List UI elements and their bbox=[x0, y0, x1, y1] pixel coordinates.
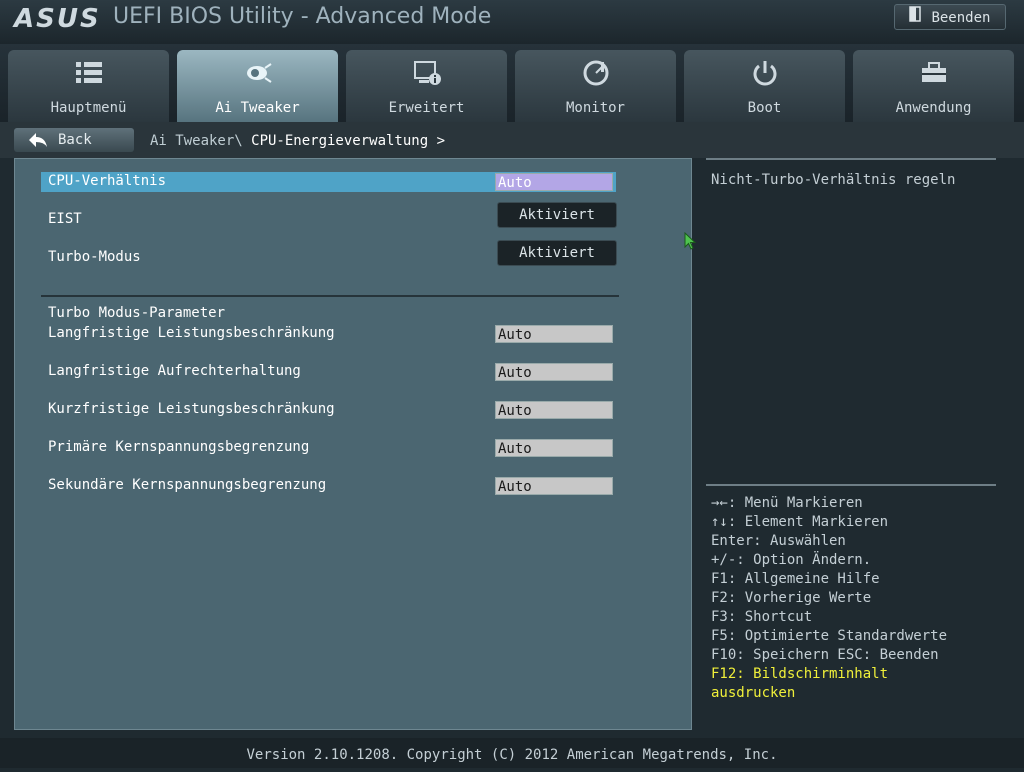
tab-ai-tweaker[interactable]: Ai Tweaker bbox=[177, 50, 338, 122]
title-bar: ASUS UEFI BIOS Utility - Advanced Mode B… bbox=[0, 0, 1024, 44]
long-power-limit-input[interactable]: Auto bbox=[495, 325, 613, 343]
setting-label: Langfristige Aufrechterhaltung bbox=[48, 363, 301, 379]
section-divider bbox=[41, 295, 619, 297]
key-hint: Enter: Auswählen bbox=[711, 533, 846, 549]
exit-door-icon bbox=[909, 5, 921, 31]
tab-label: Monitor bbox=[565, 100, 625, 116]
setting-label: Turbo-Modus bbox=[48, 249, 141, 265]
tab-monitor[interactable]: Monitor bbox=[515, 50, 676, 122]
tab-hauptmenue[interactable]: Hauptmenü bbox=[8, 50, 169, 122]
setting-row-primary-core-current[interactable]: Primäre Kernspannungsbegrenzung Auto bbox=[41, 438, 616, 458]
list-icon bbox=[74, 58, 104, 88]
power-icon bbox=[750, 58, 780, 88]
breadcrumb: Ai Tweaker\ CPU-Energieverwaltung > bbox=[150, 133, 445, 149]
setting-label: Kurzfristige Leistungsbeschränkung bbox=[48, 401, 335, 417]
key-hint: ↑↓: Element Markieren bbox=[711, 514, 889, 530]
setting-label: EIST bbox=[48, 211, 82, 227]
mouse-cursor-icon bbox=[684, 231, 697, 254]
tab-boot[interactable]: Boot bbox=[684, 50, 845, 122]
setting-row-long-power-limit[interactable]: Langfristige Leistungsbeschränkung Auto bbox=[41, 324, 616, 344]
setting-row-turbo-mode[interactable]: Turbo-Modus Aktiviert bbox=[41, 240, 617, 268]
key-hint: F10: Speichern ESC: Beenden bbox=[711, 647, 939, 663]
turbo-mode-toggle-button[interactable]: Aktiviert bbox=[497, 240, 617, 266]
ai-tweaker-icon bbox=[243, 58, 273, 88]
setting-label: Sekundäre Kernspannungsbegrenzung bbox=[48, 477, 327, 493]
app-title: UEFI BIOS Utility - Advanced Mode bbox=[113, 4, 492, 29]
setting-row-cpu-ratio[interactable]: CPU-Verhältnis Auto bbox=[41, 172, 616, 192]
key-hint: F5: Optimierte Standardwerte bbox=[711, 628, 948, 644]
setting-label: CPU-Verhältnis bbox=[48, 173, 167, 189]
monitor-gauge-icon bbox=[581, 58, 611, 88]
footer: Version 2.10.1208. Copyright (C) 2012 Am… bbox=[0, 738, 1024, 768]
back-label: Back bbox=[58, 132, 92, 148]
eist-toggle-button[interactable]: Aktiviert bbox=[497, 202, 617, 228]
tab-label: Anwendung bbox=[895, 100, 972, 116]
setting-row-short-power-limit[interactable]: Kurzfristige Leistungsbeschränkung Auto bbox=[41, 400, 616, 420]
help-description: Nicht-Turbo-Verhältnis regeln bbox=[711, 172, 956, 188]
tab-anwendung[interactable]: Anwendung bbox=[853, 50, 1014, 122]
secondary-core-current-input[interactable]: Auto bbox=[495, 477, 613, 495]
key-hint: F1: Allgemeine Hilfe bbox=[711, 571, 880, 587]
version-text: Version 2.10.1208. Copyright (C) 2012 Am… bbox=[246, 747, 778, 763]
tab-label: Erweitert bbox=[388, 100, 465, 116]
toolbox-icon bbox=[919, 58, 949, 88]
setting-row-long-duration[interactable]: Langfristige Aufrechterhaltung Auto bbox=[41, 362, 616, 382]
key-hint: F3: Shortcut bbox=[711, 609, 813, 625]
tab-label: Hauptmenü bbox=[50, 100, 127, 116]
key-hint-screenshot-cont: ausdrucken bbox=[711, 685, 796, 701]
setting-row-secondary-core-current[interactable]: Sekundäre Kernspannungsbegrenzung Auto bbox=[41, 476, 616, 496]
asus-logo: ASUS bbox=[14, 4, 101, 34]
setting-label: Langfristige Leistungsbeschränkung bbox=[48, 325, 335, 341]
setting-row-eist[interactable]: EIST Aktiviert bbox=[41, 202, 617, 230]
section-title: Turbo Modus-Parameter bbox=[48, 305, 226, 321]
primary-core-current-input[interactable]: Auto bbox=[495, 439, 613, 457]
key-legend: →←: Menü Markieren ↑↓: Element Markieren… bbox=[711, 494, 947, 703]
key-hint: F2: Vorherige Werte bbox=[711, 590, 872, 606]
key-hint: →←: Menü Markieren bbox=[711, 495, 863, 511]
back-arrow-icon bbox=[28, 131, 48, 157]
breadcrumb-current: CPU-Energieverwaltung > bbox=[242, 133, 446, 149]
help-panel: Nicht-Turbo-Verhältnis regeln →←: Menü M… bbox=[692, 158, 1010, 730]
help-divider-top bbox=[706, 158, 996, 160]
long-duration-input[interactable]: Auto bbox=[495, 363, 613, 381]
breadcrumb-parent[interactable]: Ai Tweaker\ bbox=[150, 133, 243, 149]
help-divider-bottom bbox=[706, 484, 996, 486]
tab-erweitert[interactable]: Erweitert bbox=[346, 50, 507, 122]
key-hint-screenshot: F12: Bildschirminhalt bbox=[711, 666, 889, 682]
navigation-bar: Back Ai Tweaker\ CPU-Energieverwaltung > bbox=[0, 122, 1024, 158]
tab-label: Boot bbox=[747, 100, 782, 116]
setting-label: Primäre Kernspannungsbegrenzung bbox=[48, 439, 310, 455]
tab-label: Ai Tweaker bbox=[215, 100, 300, 116]
main-tabs: Hauptmenü Ai Tweaker Erweitert Monitor B… bbox=[0, 44, 1024, 122]
back-button[interactable]: Back bbox=[14, 128, 134, 152]
exit-label: Beenden bbox=[931, 10, 991, 26]
exit-button[interactable]: Beenden bbox=[894, 4, 1006, 30]
settings-panel: CPU-Verhältnis Auto EIST Aktiviert Turbo… bbox=[14, 158, 692, 730]
cpu-ratio-value[interactable]: Auto bbox=[495, 173, 613, 191]
key-hint: +/-: Option Ändern. bbox=[711, 552, 872, 568]
advanced-icon bbox=[412, 58, 442, 88]
short-power-limit-input[interactable]: Auto bbox=[495, 401, 613, 419]
